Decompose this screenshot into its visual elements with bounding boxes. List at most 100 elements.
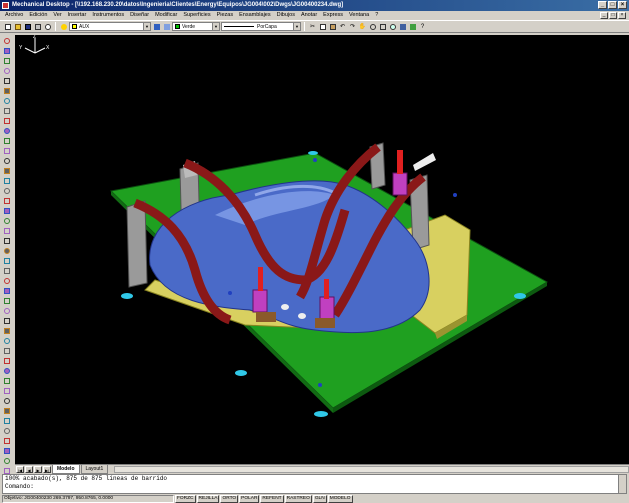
title-bar[interactable]: Mechanical Desktop - [\\192.168.230.20\d… bbox=[0, 0, 629, 11]
shell-icon[interactable] bbox=[2, 436, 12, 445]
copy-object-icon[interactable] bbox=[2, 196, 12, 205]
spline-icon[interactable] bbox=[2, 106, 12, 115]
trim-icon[interactable] bbox=[2, 276, 12, 285]
undo-icon[interactable]: ↶ bbox=[338, 22, 347, 31]
menu-dibujos[interactable]: Dibujos bbox=[274, 11, 298, 20]
doc-close-button[interactable]: × bbox=[618, 12, 626, 19]
menu-edicion[interactable]: Edición bbox=[26, 11, 50, 20]
snap-toggle[interactable]: FORZC bbox=[175, 495, 196, 503]
chevron-down-icon[interactable]: ▼ bbox=[212, 23, 219, 30]
point-icon[interactable] bbox=[2, 146, 12, 155]
part-icon[interactable] bbox=[2, 336, 12, 345]
horizontal-scrollbar[interactable] bbox=[114, 465, 629, 473]
save-icon[interactable] bbox=[23, 22, 32, 31]
arc-icon[interactable] bbox=[2, 86, 12, 95]
menu-disenar[interactable]: Diseñar bbox=[127, 11, 152, 20]
color-dropdown[interactable]: Verde ▼ bbox=[172, 22, 220, 31]
command-prompt[interactable]: Comando: bbox=[5, 483, 626, 491]
otrack-toggle[interactable]: RASTREO bbox=[284, 495, 312, 503]
polygon-icon[interactable] bbox=[2, 66, 12, 75]
lineweight-toggle[interactable]: GLN bbox=[312, 495, 327, 503]
pan-icon[interactable]: ✋ bbox=[358, 22, 367, 31]
model-viewport[interactable]: Z X Y bbox=[15, 35, 629, 464]
circle-icon[interactable] bbox=[2, 96, 12, 105]
zoom-icon[interactable] bbox=[368, 22, 377, 31]
maximize-button[interactable]: □ bbox=[608, 1, 617, 9]
cut-icon[interactable]: ✂ bbox=[308, 22, 317, 31]
paste-icon[interactable] bbox=[328, 22, 337, 31]
chamfer3d-icon[interactable] bbox=[2, 416, 12, 425]
layer-prev-icon[interactable] bbox=[162, 22, 171, 31]
osnap-toggle[interactable]: REFENT bbox=[260, 495, 284, 503]
mirror-icon[interactable] bbox=[2, 206, 12, 215]
menu-express[interactable]: Express bbox=[320, 11, 346, 20]
help-icon[interactable]: ? bbox=[418, 22, 427, 31]
menu-help[interactable]: ? bbox=[372, 11, 381, 20]
extrude-icon[interactable] bbox=[2, 366, 12, 375]
sweep-icon[interactable] bbox=[2, 386, 12, 395]
tab-modelo[interactable]: Modelo bbox=[52, 464, 80, 474]
menu-ensamblajes[interactable]: Ensamblajes bbox=[236, 11, 274, 20]
chamfer-icon[interactable] bbox=[2, 306, 12, 315]
fillet3d-icon[interactable] bbox=[2, 406, 12, 415]
break-icon[interactable] bbox=[2, 296, 12, 305]
polar-toggle[interactable]: POLAR bbox=[239, 495, 260, 503]
menu-ventana[interactable]: Ventana bbox=[346, 11, 372, 20]
copy-icon[interactable] bbox=[318, 22, 327, 31]
print-icon[interactable] bbox=[33, 22, 42, 31]
tab-last-button[interactable]: ▶| bbox=[43, 465, 51, 473]
new-icon[interactable] bbox=[3, 22, 12, 31]
workaxis-icon[interactable] bbox=[2, 456, 12, 465]
sketch-icon[interactable] bbox=[2, 346, 12, 355]
linetype-dropdown[interactable]: PorCapa ▼ bbox=[221, 22, 301, 31]
erase-icon[interactable] bbox=[2, 186, 12, 195]
text-icon[interactable] bbox=[2, 176, 12, 185]
array-icon[interactable] bbox=[2, 226, 12, 235]
open-icon[interactable] bbox=[13, 22, 22, 31]
design-center-icon[interactable] bbox=[408, 22, 417, 31]
layer-state-icon[interactable] bbox=[59, 22, 68, 31]
make-block-icon[interactable] bbox=[2, 136, 12, 145]
insert-block-icon[interactable] bbox=[2, 126, 12, 135]
menu-insertar[interactable]: Insertar bbox=[65, 11, 90, 20]
menu-modificar[interactable]: Modificar bbox=[152, 11, 180, 20]
move-icon[interactable] bbox=[2, 236, 12, 245]
line-icon[interactable] bbox=[2, 36, 12, 45]
menu-ver[interactable]: Ver bbox=[50, 11, 64, 20]
extend-icon[interactable] bbox=[2, 286, 12, 295]
redo-icon[interactable]: ↷ bbox=[348, 22, 357, 31]
ellipse-icon[interactable] bbox=[2, 116, 12, 125]
menu-instrumentos[interactable]: Instrumentos bbox=[89, 11, 127, 20]
chevron-down-icon[interactable]: ▼ bbox=[143, 23, 150, 30]
construction-line-icon[interactable] bbox=[2, 46, 12, 55]
command-line[interactable]: 100% acabado(s), 875 de 875 líneas de ba… bbox=[2, 474, 627, 494]
explode-icon[interactable] bbox=[2, 326, 12, 335]
rotate-icon[interactable] bbox=[2, 246, 12, 255]
menu-anotar[interactable]: Anotar bbox=[298, 11, 320, 20]
tab-prev-button[interactable]: ◀ bbox=[25, 465, 33, 473]
fillet-icon[interactable] bbox=[2, 316, 12, 325]
rectangle-icon[interactable] bbox=[2, 76, 12, 85]
menu-superficies[interactable]: Superficies bbox=[180, 11, 213, 20]
zoom-prev-icon[interactable] bbox=[388, 22, 397, 31]
scale-icon[interactable] bbox=[2, 256, 12, 265]
stretch-icon[interactable] bbox=[2, 266, 12, 275]
revolve-icon[interactable] bbox=[2, 376, 12, 385]
app-icon[interactable] bbox=[2, 2, 9, 9]
model-toggle[interactable]: MODELO bbox=[327, 495, 353, 503]
grid-toggle[interactable]: REJILLA bbox=[196, 495, 220, 503]
workplane-icon[interactable] bbox=[2, 446, 12, 455]
doc-restore-button[interactable]: □ bbox=[609, 12, 617, 19]
tab-layout1[interactable]: Layout1 bbox=[80, 464, 109, 474]
loft-icon[interactable] bbox=[2, 396, 12, 405]
offset-icon[interactable] bbox=[2, 216, 12, 225]
doc-minimize-button[interactable]: _ bbox=[600, 12, 608, 19]
model-3d-view[interactable] bbox=[15, 35, 629, 464]
ortho-toggle[interactable]: ORTO bbox=[220, 495, 239, 503]
chevron-down-icon[interactable]: ▼ bbox=[293, 23, 300, 30]
region-icon[interactable] bbox=[2, 166, 12, 175]
layers-icon[interactable] bbox=[152, 22, 161, 31]
close-button[interactable]: × bbox=[618, 1, 627, 9]
zoom-window-icon[interactable] bbox=[378, 22, 387, 31]
tab-next-button[interactable]: ▶ bbox=[34, 465, 42, 473]
